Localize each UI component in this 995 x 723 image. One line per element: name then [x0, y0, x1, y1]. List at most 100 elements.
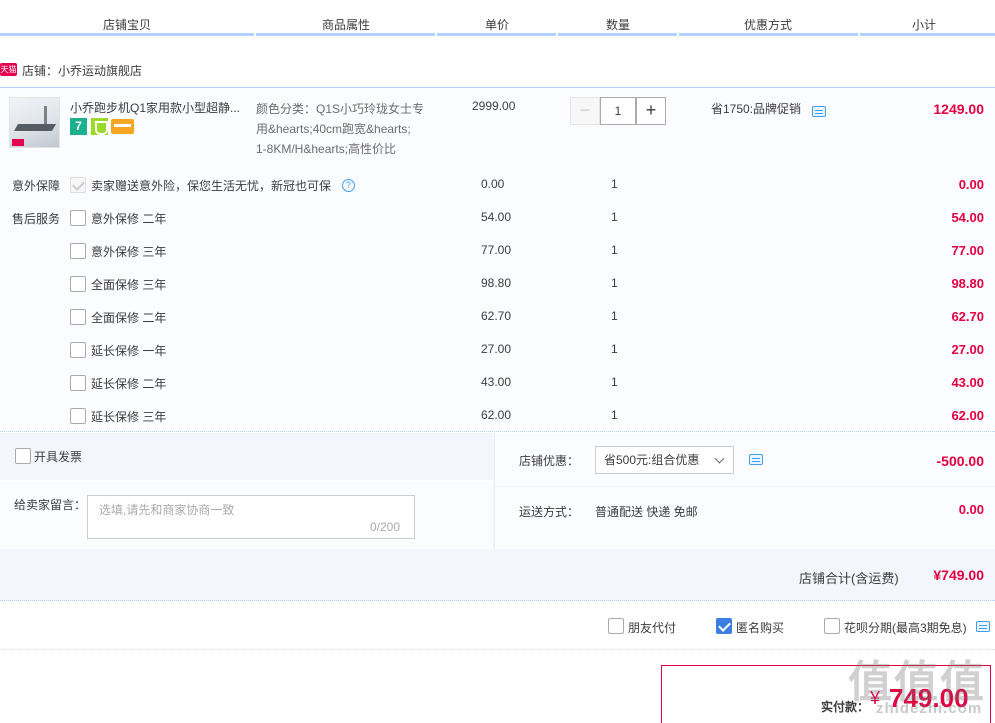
service-subtotal: 62.00	[951, 408, 984, 423]
warranty-name: 延长保修 一年	[91, 344, 167, 358]
discount-selected-value: 省500元:组合优惠	[604, 453, 700, 467]
product-thumbnail[interactable]	[9, 97, 60, 148]
item-subtotal: 1249.00	[933, 101, 984, 117]
shop-total-label: 店铺合计(含运费)	[799, 571, 899, 586]
warranty-name: 意外保修 三年	[91, 245, 167, 259]
warranty-name: 全面保修 二年	[91, 311, 167, 325]
service-subtotal: 54.00	[951, 210, 984, 225]
service-subtotal: 27.00	[951, 342, 984, 357]
header-underline	[558, 33, 677, 36]
warranty-checkbox[interactable]	[70, 408, 86, 424]
header-col-quantity: 数量	[606, 18, 631, 32]
quantity-decrease-button[interactable]: −	[570, 97, 600, 125]
warranty-checkbox[interactable]	[70, 342, 86, 358]
service-price: 43.00	[481, 375, 512, 389]
guarantee-shield-icon[interactable]	[91, 118, 108, 135]
thumbnail-tag	[12, 139, 24, 146]
service-subtotal: 43.00	[951, 375, 984, 390]
invoice-checkbox[interactable]	[15, 448, 31, 464]
shipping-fee: 0.00	[958, 502, 984, 517]
header-underline	[860, 33, 995, 36]
friend-pay-checkbox[interactable]	[608, 618, 624, 634]
warranty-name: 延长保修 三年	[91, 410, 167, 424]
tmall-badge: 天猫	[0, 63, 17, 76]
message-char-count: 0/200	[370, 520, 401, 534]
service-price: 98.80	[481, 276, 512, 290]
service-qty: 1	[611, 210, 618, 224]
unit-price: 2999.00	[472, 99, 516, 113]
header-col-subtotal: 小计	[912, 18, 937, 32]
cart-header: 店铺宝贝 商品属性 单价 数量 优惠方式 小计	[0, 0, 995, 36]
promo-comment-icon[interactable]	[812, 106, 826, 117]
accident-insurance-text: 卖家赠送意外险，保您生活无忧，新冠也可保	[91, 179, 332, 193]
service-subtotal: 62.70	[951, 309, 984, 324]
credit-card-icon[interactable]	[111, 119, 134, 134]
service-subtotal: 77.00	[951, 243, 984, 258]
header-col-unit-price: 单价	[485, 18, 510, 32]
warranty-checkbox[interactable]	[70, 276, 86, 292]
shop-discount-value: -500.00	[936, 453, 984, 469]
service-qty: 1	[611, 243, 618, 257]
service-subtotal: 98.80	[951, 276, 984, 291]
huabei-installment-label: 花呗分期(最高3期免息)	[844, 621, 967, 635]
service-qty: 1	[611, 342, 618, 356]
service-price: 54.00	[481, 210, 512, 224]
seller-message-label: 给卖家留言：	[14, 498, 87, 512]
service-price: 62.00	[481, 408, 512, 422]
shop-total-value: ¥749.00	[933, 567, 984, 583]
header-underline	[256, 33, 435, 36]
header-underline	[0, 33, 254, 36]
anonymous-purchase-checkbox[interactable]	[716, 618, 732, 634]
seven-day-return-icon[interactable]: 7	[70, 118, 87, 135]
installment-comment-icon[interactable]	[976, 621, 990, 632]
accident-protection-label: 意外保障	[12, 179, 61, 193]
service-qty: 1	[611, 375, 618, 389]
service-price: 77.00	[481, 243, 512, 257]
warranty-name: 全面保修 三年	[91, 278, 167, 292]
discount-comment-icon[interactable]	[749, 454, 763, 465]
product-title-link[interactable]: 小乔跑步机Q1家用款小型超静...	[70, 99, 246, 116]
shop-discount-select[interactable]: 省500元:组合优惠	[595, 446, 734, 474]
product-attributes: 颜色分类：Q1S小巧玲珑女士专 用&hearts;40cm跑宽&hearts; …	[256, 99, 441, 159]
attribute-line: 1-8KM/H&hearts;高性价比	[256, 142, 397, 156]
warranty-checkbox[interactable]	[70, 210, 86, 226]
service-price: 0.00	[481, 177, 505, 191]
header-underline	[679, 33, 858, 36]
service-price: 62.70	[481, 309, 512, 323]
warranty-name: 延长保修 二年	[91, 377, 167, 391]
header-col-discount: 优惠方式	[744, 18, 793, 32]
header-col-shop-item: 店铺宝贝	[103, 18, 152, 32]
accident-insurance-checkbox	[70, 177, 86, 193]
shipping-label: 运送方式：	[519, 505, 580, 519]
header-col-attributes: 商品属性	[322, 18, 371, 32]
anonymous-purchase-label: 匿名购买	[736, 621, 785, 635]
warranty-checkbox[interactable]	[70, 243, 86, 259]
service-qty: 1	[611, 408, 618, 422]
after-sale-service-label: 售后服务	[12, 212, 61, 226]
service-price: 27.00	[481, 342, 512, 356]
quantity-input[interactable]: 1	[600, 97, 636, 125]
warranty-checkbox[interactable]	[70, 309, 86, 325]
help-question-icon[interactable]: ?	[342, 179, 355, 192]
huabei-installment-checkbox[interactable]	[824, 618, 840, 634]
shop-name-link[interactable]: 店铺：小乔运动旗舰店	[22, 62, 142, 79]
watermark-url: zhidezhi.com	[876, 700, 983, 717]
quantity-increase-button[interactable]: +	[636, 97, 666, 125]
service-subtotal: 0.00	[958, 177, 984, 192]
warranty-checkbox[interactable]	[70, 375, 86, 391]
promotion-text: 省1750:品牌促销	[711, 102, 802, 116]
service-qty: 1	[611, 177, 618, 191]
seller-message-placeholder: 选填,请先和商家协商一致	[99, 503, 235, 517]
service-qty: 1	[611, 309, 618, 323]
shop-discount-label: 店铺优惠：	[519, 454, 580, 468]
shipping-method: 普通配送 快递 免邮	[595, 505, 698, 519]
attribute-line: 用&hearts;40cm跑宽&hearts;	[256, 122, 411, 136]
service-qty: 1	[611, 276, 618, 290]
treadmill-belt	[13, 124, 57, 131]
friend-pay-label: 朋友代付	[628, 621, 677, 635]
header-underline	[437, 33, 556, 36]
warranty-name: 意外保修 二年	[91, 212, 167, 226]
invoice-label: 开具发票	[34, 450, 83, 464]
chevron-down-icon	[714, 453, 725, 464]
attribute-line: 颜色分类：Q1S小巧玲珑女士专	[256, 102, 425, 116]
